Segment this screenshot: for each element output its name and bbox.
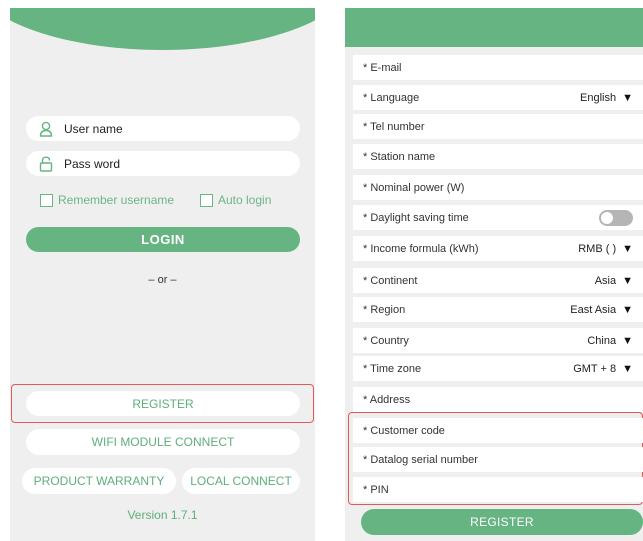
address-field[interactable]: * Address xyxy=(353,387,643,412)
daylight-saving-row: * Daylight saving time xyxy=(353,205,643,230)
continent-label: * Continent xyxy=(363,274,418,287)
product-warranty-button[interactable]: PRODUCT WARRANTY xyxy=(22,468,176,494)
header-wave xyxy=(10,8,315,50)
station-name-field[interactable]: * Station name xyxy=(353,144,643,169)
local-connect-button[interactable]: LOCAL CONNECT xyxy=(182,468,300,494)
password-field[interactable]: Pass word xyxy=(26,151,300,176)
email-field[interactable]: * E-mail xyxy=(353,55,643,80)
remember-username-label: Remember username xyxy=(58,193,175,207)
continent-value: Asia xyxy=(594,274,617,287)
income-formula-label: * Income formula (kWh) xyxy=(363,242,479,255)
time-zone-select[interactable]: * Time zone GMT + 8 ▼ xyxy=(353,356,643,381)
address-label: * Address xyxy=(363,393,411,406)
auto-login-checkbox[interactable]: Auto login xyxy=(200,193,271,207)
nominal-power-label: * Nominal power (W) xyxy=(363,181,465,194)
continent-select[interactable]: * Continent Asia ▼ xyxy=(353,268,643,293)
income-formula-value: RMB ( ) xyxy=(578,242,617,255)
version-label: Version 1.7.1 xyxy=(127,508,198,522)
person-icon xyxy=(38,121,54,137)
pin-label: * PIN xyxy=(363,483,389,496)
email-label: * E-mail xyxy=(363,61,402,74)
language-label: * Language xyxy=(363,91,420,104)
toggle-knob xyxy=(601,211,613,224)
dropdown-arrow-icon: ▼ xyxy=(622,362,633,375)
region-value: East Asia xyxy=(570,303,617,316)
country-label: * Country xyxy=(363,334,409,347)
register-submit-button[interactable]: REGISTER xyxy=(361,509,643,535)
region-label: * Region xyxy=(363,303,406,316)
checkbox-box[interactable] xyxy=(40,193,53,207)
dropdown-arrow-icon: ▼ xyxy=(622,242,633,255)
wifi-module-connect-button[interactable]: WIFI MODULE CONNECT xyxy=(26,429,300,455)
time-zone-value: GMT + 8 xyxy=(573,362,617,375)
income-formula-select[interactable]: * Income formula (kWh) RMB ( ) ▼ xyxy=(353,236,643,261)
daylight-saving-label: * Daylight saving time xyxy=(363,211,469,224)
username-field[interactable]: User name xyxy=(26,116,300,141)
register-header xyxy=(345,8,643,47)
checkbox-box[interactable] xyxy=(200,193,213,207)
tel-number-field[interactable]: * Tel number xyxy=(353,114,643,139)
lock-icon xyxy=(38,155,54,172)
datalog-serial-label: * Datalog serial number xyxy=(363,453,478,466)
or-divider: – or – xyxy=(148,274,177,286)
register-screen: * E-mail * Language English ▼ * Tel numbe… xyxy=(345,8,643,541)
customer-code-label: * Customer code xyxy=(363,424,445,437)
login-button[interactable]: LOGIN xyxy=(26,227,300,252)
language-value: English xyxy=(580,91,617,104)
datalog-serial-field[interactable]: * Datalog serial number xyxy=(353,447,643,472)
tel-number-label: * Tel number xyxy=(363,120,425,133)
login-screen: User name Pass word Remember username Au… xyxy=(10,8,315,541)
username-placeholder: User name xyxy=(64,121,123,136)
region-select[interactable]: * Region East Asia ▼ xyxy=(353,297,643,322)
time-zone-label: * Time zone xyxy=(363,362,422,375)
country-value: China xyxy=(587,334,617,347)
customer-code-field[interactable]: * Customer code xyxy=(353,418,643,443)
auto-login-label: Auto login xyxy=(218,193,272,207)
dropdown-arrow-icon: ▼ xyxy=(622,334,633,347)
pin-field[interactable]: * PIN xyxy=(353,477,643,502)
station-name-label: * Station name xyxy=(363,150,436,163)
password-placeholder: Pass word xyxy=(64,156,121,171)
daylight-saving-toggle[interactable] xyxy=(599,209,633,226)
country-select[interactable]: * Country China ▼ xyxy=(353,328,643,353)
nominal-power-field[interactable]: * Nominal power (W) xyxy=(353,175,643,200)
dropdown-arrow-icon: ▼ xyxy=(622,91,633,104)
register-button[interactable]: REGISTER xyxy=(26,391,300,416)
remember-username-checkbox[interactable]: Remember username xyxy=(40,193,174,207)
dropdown-arrow-icon: ▼ xyxy=(622,274,633,287)
dropdown-arrow-icon: ▼ xyxy=(622,303,633,316)
language-select[interactable]: * Language English ▼ xyxy=(353,85,643,110)
